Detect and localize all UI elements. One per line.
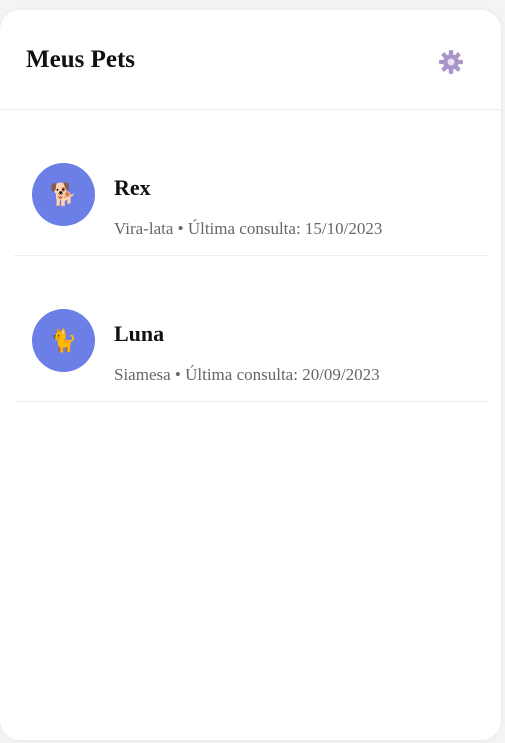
pet-name: Rex (114, 175, 151, 200)
settings-button[interactable] (437, 48, 465, 76)
page-title: Meus Pets (26, 46, 135, 73)
pet-info: Vira-lata • Última consulta: 15/10/2023 (114, 219, 383, 238)
cat-icon: 🐈 (32, 309, 95, 372)
pet-card-luna[interactable]: 🐈 Luna Siamesa • Última consulta: 20/09/… (14, 256, 489, 402)
pet-name: Luna (114, 321, 165, 346)
pet-card-rex[interactable]: 🐕 Rex Vira-lata • Última consulta: 15/10… (14, 110, 489, 256)
header: Meus Pets (0, 10, 501, 110)
avatar-glyph: 🐈 (49, 327, 78, 353)
pet-list: 🐕 Rex Vira-lata • Última consulta: 15/10… (14, 110, 489, 402)
pet-info: Siamesa • Última consulta: 20/09/2023 (114, 365, 380, 384)
dog-icon: 🐕 (32, 163, 95, 226)
app-container: Meus Pets 🐕 Rex Vira-lata • Última consu… (0, 10, 501, 740)
gear-icon (439, 50, 463, 74)
avatar-glyph: 🐕 (49, 181, 78, 207)
